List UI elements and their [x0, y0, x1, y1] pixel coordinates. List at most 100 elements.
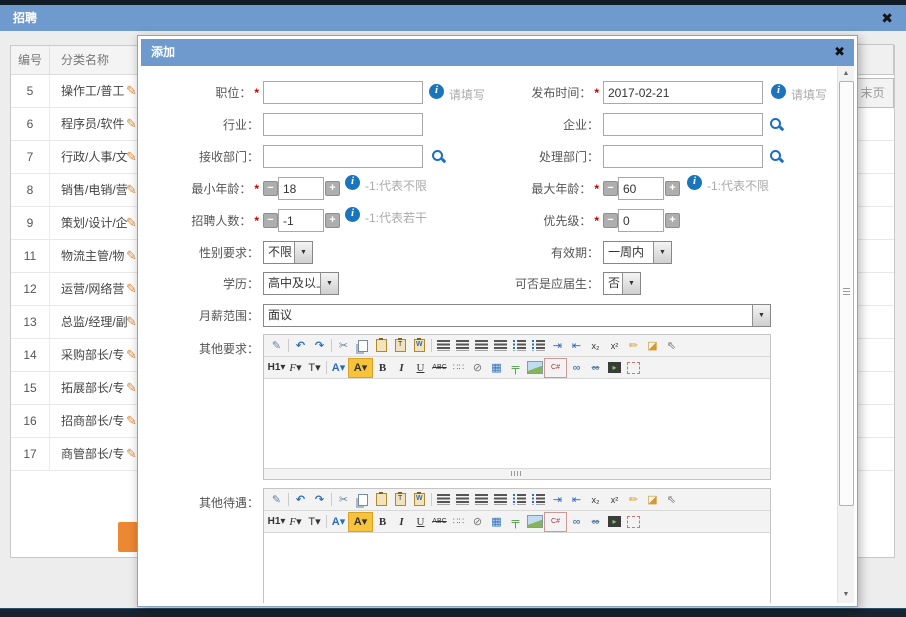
align-justify-icon[interactable] [491, 337, 510, 355]
max-age-input[interactable] [618, 177, 664, 200]
subscript-icon[interactable]: x₂ [586, 491, 605, 509]
edit-icon[interactable]: ✎ [126, 108, 137, 140]
publish-time-input[interactable] [603, 81, 763, 104]
format-brush-icon[interactable]: ✏ [624, 337, 643, 355]
font-size-icon[interactable]: T▾ [305, 513, 324, 531]
paste-as-text-icon[interactable] [391, 337, 410, 355]
edit-icon[interactable]: ✎ [126, 240, 137, 272]
plus-button[interactable]: + [665, 181, 680, 196]
subscript-icon[interactable]: x₂ [586, 337, 605, 355]
strikethrough-icon[interactable]: ABC [430, 513, 449, 531]
redo-icon[interactable]: ↷ [310, 491, 329, 509]
bold-icon[interactable]: B [373, 513, 392, 531]
font-size-icon[interactable]: T▾ [305, 359, 324, 377]
min-age-input[interactable] [278, 177, 324, 200]
media-icon[interactable]: ▸ [605, 359, 624, 377]
ordered-list-icon[interactable] [510, 337, 529, 355]
outdent-icon[interactable]: ⇤ [567, 337, 586, 355]
undo-icon[interactable]: ↶ [291, 491, 310, 509]
salary-select[interactable]: 面议 [263, 304, 771, 327]
edit-icon[interactable]: ✎ [126, 438, 137, 470]
outdent-icon[interactable]: ⇤ [567, 491, 586, 509]
code-icon[interactable]: C# [544, 358, 567, 378]
background-color-icon[interactable]: A▾ [348, 512, 373, 532]
horizontal-rule-icon[interactable]: ╤ [506, 513, 525, 531]
media-icon[interactable]: ▸ [605, 513, 624, 531]
fresh-graduate-select[interactable]: 否 [603, 272, 641, 295]
minus-button[interactable]: − [263, 213, 278, 228]
image-icon[interactable] [525, 359, 544, 377]
paste-icon[interactable] [372, 337, 391, 355]
bold-icon[interactable]: B [373, 359, 392, 377]
minus-button[interactable]: − [603, 181, 618, 196]
edit-icon[interactable]: ✎ [126, 405, 137, 437]
edit-icon[interactable]: ✎ [126, 75, 137, 107]
chevron-down-icon[interactable] [294, 242, 312, 263]
select-all-icon[interactable]: ⇖ [662, 337, 681, 355]
education-select[interactable]: 高中及以上 [263, 272, 339, 295]
align-right-icon[interactable] [472, 337, 491, 355]
align-right-icon[interactable] [472, 491, 491, 509]
underline-icon[interactable]: U [411, 359, 430, 377]
plus-button[interactable]: + [325, 213, 340, 228]
copy-icon[interactable] [353, 491, 372, 509]
priority-input[interactable] [618, 209, 664, 232]
unlink-icon[interactable]: ∞ [586, 513, 605, 531]
copy-icon[interactable] [353, 337, 372, 355]
edit-icon[interactable]: ✎ [126, 306, 137, 338]
ordered-list-icon[interactable] [510, 491, 529, 509]
code-icon[interactable]: C# [544, 512, 567, 532]
heading-icon[interactable]: H1▾ [267, 513, 286, 531]
text-color-icon[interactable]: A▾ [329, 513, 348, 531]
paste-from-word-icon[interactable] [410, 491, 429, 509]
heading-icon[interactable]: H1▾ [267, 359, 286, 377]
horizontal-rule-icon[interactable]: ╤ [506, 359, 525, 377]
cut-icon[interactable]: ✂ [334, 491, 353, 509]
edit-icon[interactable]: ✎ [126, 273, 137, 305]
search-icon[interactable] [769, 149, 784, 164]
special-chars-icon[interactable]: ∷∷ [449, 359, 468, 377]
font-family-icon[interactable]: F▾ [286, 513, 305, 531]
enterprise-input[interactable] [603, 113, 763, 136]
paste-icon[interactable] [372, 491, 391, 509]
plus-button[interactable]: + [325, 181, 340, 196]
cut-icon[interactable]: ✂ [334, 337, 353, 355]
scrollbar-thumb[interactable] [839, 81, 854, 506]
align-center-icon[interactable] [453, 337, 472, 355]
quick-format-icon[interactable]: ◪ [643, 337, 662, 355]
handle-dept-input[interactable] [603, 145, 763, 168]
scroll-up-icon[interactable] [838, 67, 854, 81]
format-brush-icon[interactable]: ✏ [624, 491, 643, 509]
other-requirements-textarea[interactable] [264, 379, 770, 468]
source-code-icon[interactable]: ✎ [267, 337, 286, 355]
link-icon[interactable]: ∞ [567, 513, 586, 531]
industry-input[interactable] [263, 113, 423, 136]
validity-select[interactable]: 一周内 [603, 241, 672, 264]
select-all-icon[interactable]: ⇖ [662, 491, 681, 509]
superscript-icon[interactable]: x² [605, 491, 624, 509]
special-chars-icon[interactable]: ∷∷ [449, 513, 468, 531]
unlink-icon[interactable]: ∞ [586, 359, 605, 377]
image-icon[interactable] [525, 513, 544, 531]
chevron-down-icon[interactable] [622, 273, 640, 294]
editor-resize-handle[interactable] [264, 468, 770, 479]
chevron-down-icon[interactable] [653, 242, 671, 263]
unordered-list-icon[interactable] [529, 337, 548, 355]
unordered-list-icon[interactable] [529, 491, 548, 509]
position-input[interactable] [263, 81, 423, 104]
fullscreen-icon[interactable] [624, 359, 643, 377]
align-left-icon[interactable] [434, 491, 453, 509]
paste-as-text-icon[interactable] [391, 491, 410, 509]
font-family-icon[interactable]: F▾ [286, 359, 305, 377]
search-icon[interactable] [431, 149, 446, 164]
plus-button[interactable]: + [665, 213, 680, 228]
quick-format-icon[interactable]: ◪ [643, 491, 662, 509]
fullscreen-icon[interactable] [624, 513, 643, 531]
table-icon[interactable]: ▦ [487, 359, 506, 377]
text-color-icon[interactable]: A▾ [329, 359, 348, 377]
source-code-icon[interactable]: ✎ [267, 491, 286, 509]
align-justify-icon[interactable] [491, 491, 510, 509]
scroll-down-icon[interactable] [838, 588, 854, 602]
chevron-down-icon[interactable] [320, 273, 338, 294]
minus-button[interactable]: − [603, 213, 618, 228]
